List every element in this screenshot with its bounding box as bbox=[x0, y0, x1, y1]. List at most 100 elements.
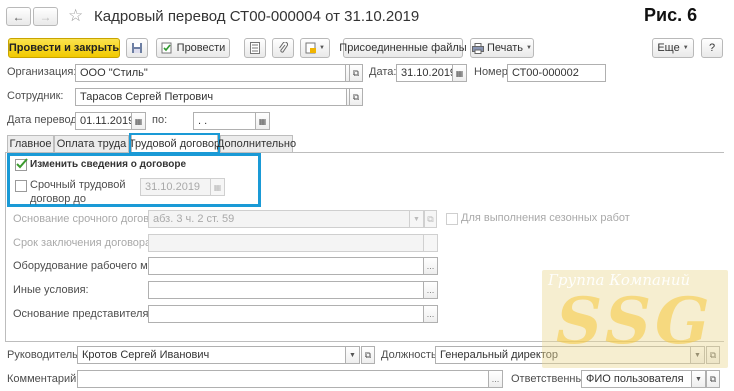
open-icon: ⧉ bbox=[364, 349, 372, 360]
to-date-field[interactable]: . . bbox=[193, 112, 256, 130]
page-title: Кадровый перевод СТ00-000004 от 31.10.20… bbox=[94, 8, 420, 25]
contract-term-label: Срок заключения договора: bbox=[13, 237, 155, 249]
organization-open-button[interactable]: ⧉ bbox=[349, 64, 363, 82]
list-icon bbox=[250, 42, 260, 54]
representative-basis-field[interactable] bbox=[148, 305, 424, 323]
create-based-on-icon bbox=[305, 42, 317, 54]
contract-term-button[interactable] bbox=[423, 234, 438, 252]
fixed-term-label-line1: Срочный трудовой bbox=[30, 179, 126, 191]
responsible-open-button[interactable]: ⧉ bbox=[706, 370, 720, 388]
contract-basis-field[interactable]: абз. 3 ч. 2 ст. 59 bbox=[148, 210, 410, 228]
organization-label: Организация: bbox=[7, 66, 77, 78]
change-contract-label: Изменить сведения о договоре bbox=[30, 159, 187, 170]
active-tab-highlight bbox=[129, 133, 220, 154]
post-button[interactable]: Провести bbox=[156, 38, 230, 58]
comment-edit-button[interactable]: … bbox=[488, 370, 503, 388]
tab-main[interactable]: Главное bbox=[7, 135, 54, 152]
transfer-date-field[interactable]: 01.11.2019 bbox=[75, 112, 132, 130]
employee-field[interactable]: Тарасов Сергей Петрович bbox=[75, 88, 347, 106]
attached-files-label: Присоединенные файлы bbox=[339, 42, 467, 54]
checkmark-icon bbox=[16, 158, 28, 169]
back-button[interactable]: ← bbox=[6, 7, 31, 26]
manager-dropdown-button[interactable]: ▼ bbox=[345, 346, 360, 364]
post-label: Провести bbox=[176, 42, 226, 54]
to-date-label: по: bbox=[152, 114, 168, 126]
change-contract-checkbox[interactable] bbox=[15, 158, 28, 171]
back-arrow-icon: ← bbox=[12, 9, 25, 24]
employee-label: Сотрудник: bbox=[7, 90, 64, 102]
organization-field[interactable]: ООО "Стиль" bbox=[75, 64, 346, 82]
fixed-term-checkbox[interactable] bbox=[15, 180, 27, 192]
equipment-field[interactable] bbox=[148, 257, 424, 275]
create-based-on-button[interactable]: ▼ bbox=[300, 38, 330, 58]
chevron-down-icon: ▼ bbox=[682, 45, 689, 51]
responsible-field[interactable]: ФИО пользователя bbox=[581, 370, 692, 388]
manager-label: Руководитель: bbox=[7, 349, 81, 361]
to-date-calendar-button[interactable]: ▦ bbox=[255, 112, 270, 130]
save-icon bbox=[132, 43, 142, 53]
figure-label: Рис. 6 bbox=[644, 5, 698, 25]
number-field[interactable]: СТ00-000002 bbox=[507, 64, 606, 82]
calendar-icon: ▦ bbox=[213, 182, 222, 192]
forward-arrow-icon: → bbox=[39, 9, 52, 24]
tab-payment[interactable]: Оплата труда bbox=[54, 135, 129, 152]
more-button[interactable]: Еще ▼ bbox=[652, 38, 694, 58]
manager-open-button[interactable]: ⧉ bbox=[361, 346, 375, 364]
representative-basis-label: Основание представителя: bbox=[13, 308, 152, 320]
other-conditions-field[interactable] bbox=[148, 281, 424, 299]
print-button[interactable]: Печать ▼ bbox=[470, 38, 534, 58]
attach-button[interactable] bbox=[272, 38, 294, 58]
chevron-down-icon: ▼ bbox=[526, 45, 532, 51]
comment-label: Комментарий: bbox=[7, 373, 80, 385]
fixed-term-label-line2: договор до bbox=[30, 193, 86, 205]
tab-additional[interactable]: Дополнительно bbox=[217, 135, 296, 152]
help-button[interactable]: ? bbox=[701, 38, 723, 58]
post-document-icon bbox=[161, 42, 172, 54]
forward-button[interactable]: → bbox=[33, 7, 58, 26]
paperclip-icon bbox=[279, 42, 288, 53]
open-icon: ⧉ bbox=[352, 67, 360, 78]
date-field[interactable]: 31.10.2019 bbox=[396, 64, 453, 82]
date-calendar-button[interactable]: ▦ bbox=[452, 64, 467, 82]
contract-term-field[interactable] bbox=[148, 234, 424, 252]
position-label: Должность: bbox=[381, 349, 440, 361]
chevron-down-icon: ▼ bbox=[349, 351, 356, 359]
other-conditions-select-button[interactable]: … bbox=[423, 281, 438, 299]
more-label: Еще bbox=[657, 42, 680, 54]
chevron-down-icon: ▼ bbox=[695, 375, 702, 383]
post-and-close-label: Провести и закрыть bbox=[8, 42, 120, 54]
number-label: Номер: bbox=[474, 66, 511, 78]
other-conditions-label: Иные условия: bbox=[13, 284, 89, 296]
post-and-close-button[interactable]: Провести и закрыть bbox=[8, 38, 120, 58]
seasonal-work-checkbox[interactable] bbox=[446, 213, 458, 225]
employee-open-button[interactable]: ⧉ bbox=[349, 88, 363, 106]
date-label: Дата: bbox=[369, 66, 397, 78]
open-icon: ⧉ bbox=[709, 373, 717, 384]
representative-basis-select-button[interactable]: … bbox=[423, 305, 438, 323]
manager-field[interactable]: Кротов Сергей Иванович bbox=[77, 346, 346, 364]
report-list-button[interactable] bbox=[244, 38, 266, 58]
equipment-select-button[interactable]: … bbox=[423, 257, 438, 275]
contract-basis-open-button[interactable]: ⧉ bbox=[424, 210, 437, 228]
open-icon: ⧉ bbox=[427, 213, 434, 224]
save-button[interactable] bbox=[126, 38, 148, 58]
open-icon: ⧉ bbox=[352, 91, 360, 102]
calendar-icon: ▦ bbox=[455, 68, 464, 78]
responsible-dropdown-button[interactable]: ▼ bbox=[691, 370, 706, 388]
chevron-down-icon: ▼ bbox=[319, 45, 325, 51]
transfer-date-calendar-button[interactable]: ▦ bbox=[131, 112, 146, 130]
print-label: Печать bbox=[487, 42, 524, 54]
watermark-text-main: SSG bbox=[556, 284, 714, 359]
help-label: ? bbox=[708, 42, 716, 54]
fixed-term-date-field[interactable]: 31.10.2019 bbox=[140, 178, 211, 196]
contract-basis-label: Основание срочного договора: bbox=[13, 213, 171, 225]
calendar-icon: ▦ bbox=[258, 116, 267, 126]
contract-basis-dropdown-button[interactable]: ▼ bbox=[409, 210, 424, 228]
attached-files-button[interactable]: Присоединенные файлы bbox=[339, 38, 467, 58]
chevron-down-icon: ▼ bbox=[413, 215, 420, 223]
fixed-term-calendar-button[interactable]: ▦ bbox=[210, 178, 225, 196]
favorite-star-icon[interactable]: ☆ bbox=[68, 6, 83, 26]
printer-icon bbox=[472, 42, 484, 54]
comment-field[interactable] bbox=[77, 370, 489, 388]
calendar-icon: ▦ bbox=[134, 116, 143, 126]
